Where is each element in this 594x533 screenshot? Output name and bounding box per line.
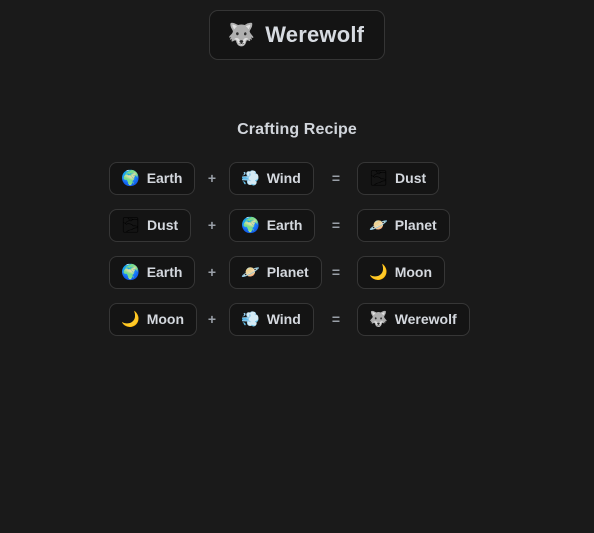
ingredient-label: Wind <box>266 311 301 327</box>
ingredient-chip[interactable]: 💨 Wind <box>229 302 314 336</box>
ingredient-chip[interactable]: 🌫 Dust <box>109 208 192 242</box>
ingredient-chip[interactable]: 🌍 Earth <box>229 208 316 242</box>
wind-icon: 💨 <box>241 169 260 187</box>
crafting-recipe-heading: Crafting Recipe <box>237 121 357 138</box>
result-label: Werewolf <box>394 311 457 327</box>
ingredient-label: Earth <box>266 217 303 233</box>
result-chip[interactable]: 🌫 Dust <box>357 161 440 195</box>
plus-operator: + <box>207 311 217 327</box>
page-title-chip[interactable]: 🐺 Werewolf <box>208 10 386 60</box>
fog-icon: 🌫 <box>369 169 389 187</box>
moon-icon: 🌙 <box>369 263 388 281</box>
fog-icon: 🌫 <box>121 216 141 234</box>
result-label: Planet <box>394 217 437 233</box>
plus-operator: + <box>207 217 217 233</box>
equals-operator: = <box>331 264 341 280</box>
ingredient-chip[interactable]: 🌍 Earth <box>109 161 196 195</box>
result-label: Moon <box>394 264 433 280</box>
result-chip[interactable]: 🪐 Planet <box>357 208 450 242</box>
moon-icon: 🌙 <box>121 310 140 328</box>
ingredient-chip[interactable]: 💨 Wind <box>229 161 314 195</box>
wind-icon: 💨 <box>241 310 260 328</box>
equals-operator: = <box>331 311 341 327</box>
recipe-row: 🌙 Moon + 💨 Wind = 🐺 Werewolf <box>109 301 594 337</box>
earth-icon: 🌍 <box>241 216 260 234</box>
result-label: Dust <box>395 170 427 186</box>
result-chip[interactable]: 🌙 Moon <box>357 255 446 289</box>
recipe-row: 🌫 Dust + 🌍 Earth = 🪐 Planet <box>109 207 594 243</box>
ingredient-label: Wind <box>266 170 301 186</box>
wolf-icon: 🐺 <box>369 310 388 328</box>
header: 🐺 Werewolf <box>0 0 594 60</box>
ingredient-chip[interactable]: 🌙 Moon <box>109 302 198 336</box>
recipe-list: 🌍 Earth + 💨 Wind = 🌫 Dust 🌫 Dust + 🌍 Ear… <box>0 160 594 337</box>
result-chip[interactable]: 🐺 Werewolf <box>357 302 470 336</box>
page-title: Werewolf <box>265 22 365 47</box>
ingredient-chip[interactable]: 🪐 Planet <box>229 255 322 289</box>
ingredient-label: Earth <box>146 264 183 280</box>
earth-icon: 🌍 <box>121 169 140 187</box>
wolf-icon: 🐺 <box>227 22 256 47</box>
planet-icon: 🪐 <box>369 216 388 234</box>
ingredient-label: Moon <box>146 311 185 327</box>
ingredient-label: Earth <box>146 170 183 186</box>
earth-icon: 🌍 <box>121 263 140 281</box>
recipe-row: 🌍 Earth + 🪐 Planet = 🌙 Moon <box>109 254 594 290</box>
ingredient-chip[interactable]: 🌍 Earth <box>109 255 196 289</box>
plus-operator: + <box>207 170 217 186</box>
ingredient-label: Dust <box>147 217 179 233</box>
recipe-row: 🌍 Earth + 💨 Wind = 🌫 Dust <box>109 160 594 196</box>
planet-icon: 🪐 <box>241 263 260 281</box>
ingredient-label: Planet <box>266 264 309 280</box>
equals-operator: = <box>331 170 341 186</box>
plus-operator: + <box>207 264 217 280</box>
equals-operator: = <box>331 217 341 233</box>
